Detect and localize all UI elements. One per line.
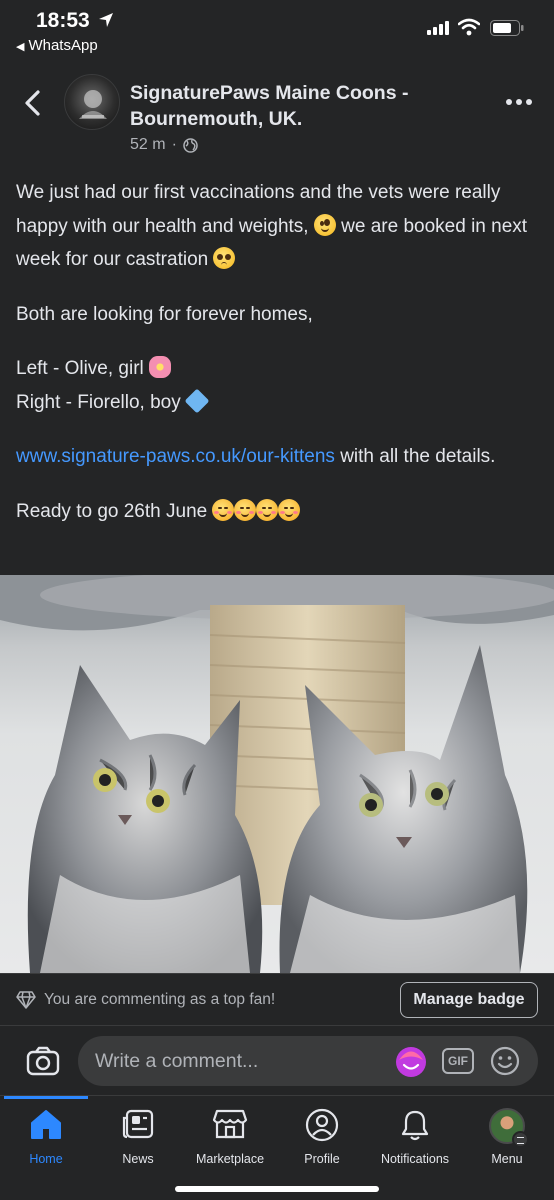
post-paragraph-link: www.signature-paws.co.uk/our-kittens wit… (16, 440, 541, 474)
wifi-icon (458, 18, 480, 36)
post-line-right: Right - Fiorello, boy (16, 386, 541, 420)
tab-label-notifications: Notifications (380, 1152, 450, 1166)
comment-input[interactable]: Write a comment... GIF (78, 1036, 538, 1086)
post-timestamp[interactable]: 52 m (130, 136, 166, 154)
location-arrow-icon (99, 13, 113, 27)
post-line-left: Left - Olive, girl (16, 352, 541, 386)
page-name[interactable]: SignaturePaws Maine Coons - Bournemouth,… (130, 80, 460, 132)
cherry-blossom-emoji (149, 356, 172, 378)
tab-label-home: Home (29, 1152, 63, 1166)
post-paragraph-ready: Ready to go 26th June (16, 495, 541, 529)
tab-notifications[interactable]: Notifications (367, 1096, 463, 1176)
cellular-signal-icon (427, 21, 449, 35)
status-bar: 18:53 ◀ WhatsApp (0, 0, 554, 62)
pleading-face-emoji (213, 247, 236, 269)
diamond-shape-emoji (184, 388, 210, 413)
meta-separator: · (171, 136, 177, 153)
right-kitten-text: Right - Fiorello, boy (16, 391, 181, 413)
marketplace-icon (212, 1109, 248, 1139)
bottom-tab-bar: Home News Marketplace Profile Notificati… (0, 1095, 554, 1200)
gif-icon[interactable]: GIF (442, 1048, 474, 1074)
page-avatar[interactable] (64, 74, 120, 130)
kittens-link[interactable]: www.signature-paws.co.uk/our-kittens (16, 446, 335, 467)
back-chevron-icon[interactable] (20, 88, 46, 118)
post-paragraph-2: Both are looking for forever homes, (16, 303, 313, 325)
top-fan-bar: You are commenting as a top fan! Manage … (0, 973, 554, 1025)
ready-date-text: Ready to go 26th June (16, 500, 208, 522)
smiling-hearts-emoji (278, 498, 301, 521)
globe-icon (183, 137, 198, 153)
status-time: 18:53 (36, 9, 90, 32)
tab-label-menu: Menu (491, 1152, 523, 1166)
tab-profile[interactable]: Profile (274, 1096, 370, 1176)
zany-face-emoji (313, 213, 336, 236)
home-icon (31, 1110, 61, 1139)
battery-icon (490, 20, 524, 36)
menu-avatar (489, 1108, 529, 1148)
more-options-icon[interactable] (505, 94, 533, 110)
smiling-hearts-emoji (234, 498, 257, 521)
menu-lines-icon (512, 1131, 529, 1148)
avatar-sticker-icon[interactable] (394, 1045, 428, 1079)
post-paragraph-1: We just had our first vaccinations and t… (16, 176, 541, 277)
comment-placeholder: Write a comment... (95, 1050, 259, 1072)
profile-icon (305, 1108, 339, 1142)
top-fan-text: You are commenting as a top fan! (44, 991, 276, 1008)
smiling-hearts-emoji (212, 498, 235, 521)
camera-icon[interactable] (26, 1046, 60, 1076)
tab-home[interactable]: Home (0, 1096, 94, 1176)
back-triangle-icon: ◀ (16, 41, 25, 53)
tab-label-profile: Profile (304, 1152, 340, 1166)
tab-news[interactable]: News (90, 1096, 186, 1176)
tab-label-marketplace: Marketplace (195, 1152, 265, 1166)
back-to-app-link[interactable]: ◀ WhatsApp (16, 37, 98, 54)
emoji-picker-icon[interactable] (490, 1046, 520, 1076)
smiling-hearts-emoji (256, 498, 279, 521)
tab-label-news: News (122, 1152, 154, 1166)
manage-badge-button[interactable]: Manage badge (400, 982, 538, 1018)
tab-marketplace[interactable]: Marketplace (182, 1096, 278, 1176)
link-suffix-text: with all the details. (340, 446, 496, 467)
post-meta: 52 m · (130, 136, 198, 154)
diamond-badge-icon (16, 991, 36, 1009)
tab-menu[interactable]: Menu (459, 1096, 554, 1176)
left-kitten-text: Left - Olive, girl (16, 358, 144, 379)
post-photo[interactable] (0, 575, 554, 973)
page-avatar-image (79, 90, 107, 119)
post-body: We just had our first vaccinations and t… (16, 176, 541, 528)
comment-composer: Write a comment... GIF (0, 1025, 554, 1095)
back-app-label: WhatsApp (28, 37, 98, 54)
news-icon (122, 1109, 154, 1139)
home-indicator (175, 1186, 379, 1192)
bell-icon (401, 1110, 429, 1141)
kittens-photo-illustration (0, 575, 554, 973)
